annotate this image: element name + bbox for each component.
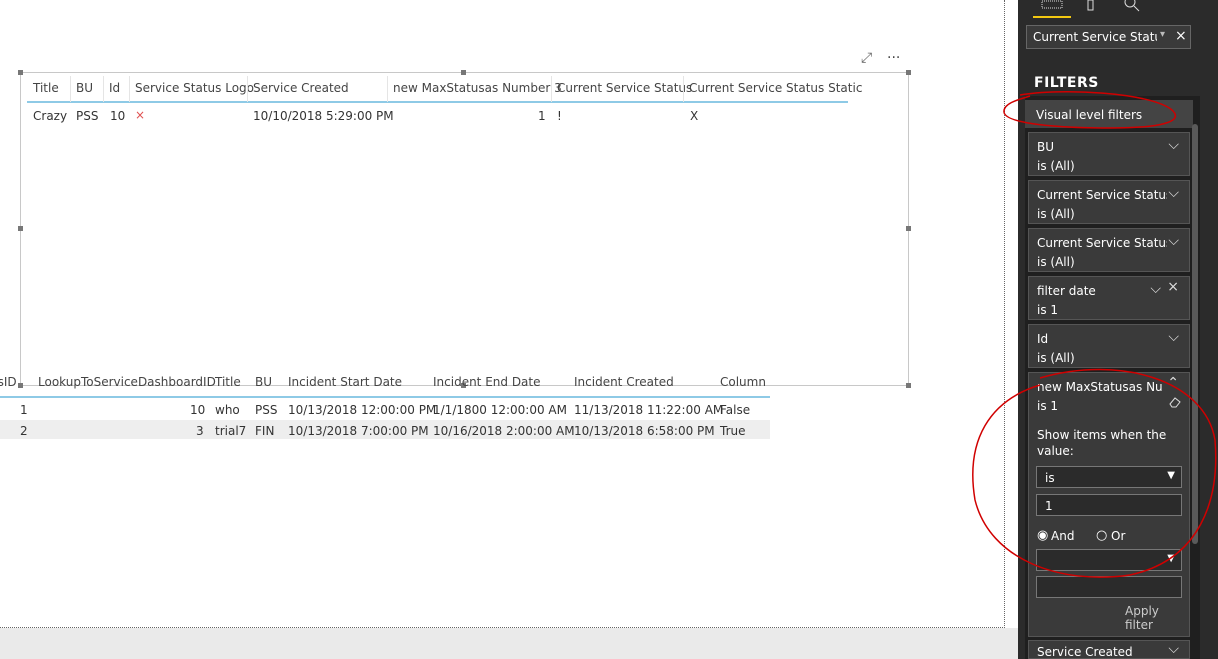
annotation-overlay [972, 91, 1217, 578]
